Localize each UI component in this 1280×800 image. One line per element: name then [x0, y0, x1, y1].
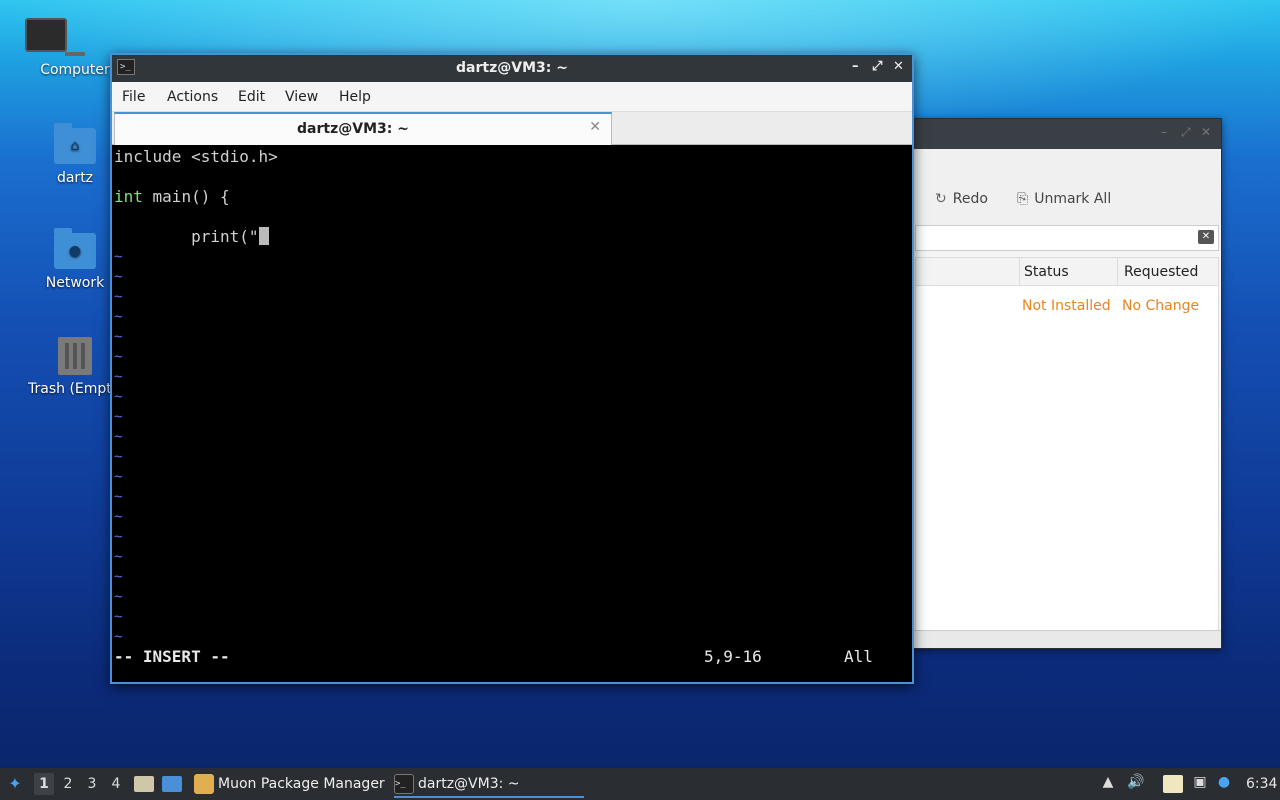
- terminal-window[interactable]: >_ dartz@VM3: ~ – ⤢ ✕ File Actions Edit …: [110, 53, 914, 684]
- close-tab-icon[interactable]: ✕: [589, 119, 601, 135]
- tab-label: dartz@VM3: ~: [297, 121, 409, 137]
- tilde-marker: ~: [114, 449, 123, 465]
- close-icon[interactable]: ✕: [893, 59, 904, 74]
- scroll-indicator: All: [844, 647, 873, 666]
- window-titlebar[interactable]: >_ dartz@VM3: ~ – ⤢ ✕: [112, 55, 912, 82]
- muon-package-manager-window[interactable]: – ⤢ ✕ ↻ Redo ⎘ Unmark All ✕ Status Request…: [906, 118, 1222, 649]
- tilde-marker: ~: [114, 389, 123, 405]
- terminal-icon: >_: [394, 774, 414, 794]
- minimize-icon[interactable]: –: [852, 59, 859, 74]
- taskbar: ✦ 1 2 3 4 Muon Package Manager >_ dartz@…: [0, 768, 1280, 800]
- tab-terminal[interactable]: dartz@VM3: ~ ✕: [114, 112, 612, 145]
- task-terminal[interactable]: >_ dartz@VM3: ~: [394, 770, 584, 798]
- vim-mode: -- INSERT --: [114, 647, 230, 666]
- workspace-1[interactable]: 1: [34, 773, 54, 795]
- task-muon-package-manager[interactable]: Muon Package Manager: [194, 770, 385, 798]
- tilde-marker: ~: [114, 529, 123, 545]
- tilde-marker: ~: [114, 349, 123, 365]
- tilde-marker: ~: [114, 629, 123, 645]
- tray-up-arrow-icon[interactable]: ▲: [1098, 774, 1118, 794]
- code-text: main() {: [142, 187, 230, 206]
- unmark-all-button[interactable]: ⎘ Unmark All: [1017, 191, 1111, 207]
- unmark-all-label: Unmark All: [1034, 191, 1112, 207]
- clear-search-icon[interactable]: ✕: [1198, 230, 1214, 244]
- maximize-icon[interactable]: ⤢: [1181, 125, 1191, 140]
- tilde-marker: ~: [114, 409, 123, 425]
- maximize-icon[interactable]: ⤢: [872, 59, 882, 74]
- code-line-5: print(": [114, 227, 269, 247]
- toolbar: ↻ Redo ⎘ Unmark All: [907, 149, 1221, 225]
- code-line-3: int main() {: [114, 187, 230, 207]
- network-folder-icon: ●: [54, 228, 96, 269]
- menu-actions[interactable]: Actions: [167, 89, 218, 105]
- computer-icon: [25, 18, 125, 56]
- column-header-requested[interactable]: Requested: [1124, 264, 1198, 280]
- update-notifier-icon[interactable]: ●: [1214, 774, 1234, 794]
- tilde-marker: ~: [114, 329, 123, 345]
- redo-label: Redo: [952, 191, 988, 207]
- code-line-1: include <stdio.h>: [114, 147, 278, 166]
- tilde-marker: ~: [114, 429, 123, 445]
- tilde-marker: ~: [114, 369, 123, 385]
- task-label: Muon Package Manager: [218, 776, 385, 792]
- file-manager-icon[interactable]: [134, 776, 154, 792]
- menu-bar: File Actions Edit View Help: [112, 82, 912, 112]
- redo-button[interactable]: ↻ Redo: [935, 191, 988, 207]
- tilde-marker: ~: [114, 309, 123, 325]
- text-cursor: [258, 227, 269, 245]
- package-table: Status Requested Not Installed No Change: [915, 257, 1219, 631]
- window-titlebar[interactable]: – ⤢ ✕: [907, 119, 1221, 149]
- terminal-screen[interactable]: include <stdio.h> int main() { print(" ~…: [112, 147, 912, 682]
- tilde-marker: ~: [114, 249, 123, 265]
- column-header-status[interactable]: Status: [1024, 264, 1069, 280]
- clipboard-icon[interactable]: [1163, 775, 1183, 793]
- tilde-marker: ~: [114, 489, 123, 505]
- window-title: dartz@VM3: ~: [456, 60, 568, 76]
- keyword: int: [114, 187, 143, 206]
- show-desktop-icon[interactable]: [162, 776, 182, 792]
- tilde-marker: ~: [114, 289, 123, 305]
- workspace-3[interactable]: 3: [82, 773, 102, 795]
- volume-icon[interactable]: 🔊: [1126, 774, 1146, 794]
- search-input[interactable]: ✕: [915, 225, 1219, 251]
- minimize-icon[interactable]: –: [1161, 125, 1167, 139]
- table-header: Status Requested: [916, 258, 1218, 286]
- vim-status-line: -- INSERT -- 5,9-16 All: [114, 647, 910, 667]
- task-label: dartz@VM3: ~: [418, 776, 520, 792]
- home-folder-icon: ⌂: [54, 123, 96, 164]
- close-icon[interactable]: ✕: [1201, 125, 1211, 139]
- cursor-position: 5,9-16: [704, 647, 762, 666]
- package-status: Not Installed: [1022, 298, 1111, 314]
- tilde-marker: ~: [114, 609, 123, 625]
- tab-bar: dartz@VM3: ~ ✕: [112, 112, 912, 145]
- menu-view[interactable]: View: [285, 89, 318, 105]
- status-bar: [907, 630, 1221, 648]
- tilde-marker: ~: [114, 569, 123, 585]
- trash-icon: [58, 337, 92, 375]
- package-icon: [194, 774, 214, 794]
- code-text: print(": [114, 227, 259, 246]
- clock[interactable]: 6:34: [1246, 776, 1277, 792]
- tilde-marker: ~: [114, 469, 123, 485]
- tilde-marker: ~: [114, 549, 123, 565]
- package-requested: No Change: [1122, 298, 1200, 314]
- start-menu-icon[interactable]: ✦: [5, 774, 25, 794]
- tilde-marker: ~: [114, 509, 123, 525]
- redo-icon: ↻: [935, 191, 947, 207]
- unmark-icon: ⎘: [1017, 191, 1029, 207]
- menu-file[interactable]: File: [122, 89, 145, 105]
- menu-help[interactable]: Help: [339, 89, 371, 105]
- network-icon[interactable]: ▣: [1190, 774, 1210, 794]
- workspace-2[interactable]: 2: [58, 773, 78, 795]
- tilde-marker: ~: [114, 589, 123, 605]
- workspace-4[interactable]: 4: [106, 773, 126, 795]
- menu-edit[interactable]: Edit: [238, 89, 265, 105]
- tilde-marker: ~: [114, 269, 123, 285]
